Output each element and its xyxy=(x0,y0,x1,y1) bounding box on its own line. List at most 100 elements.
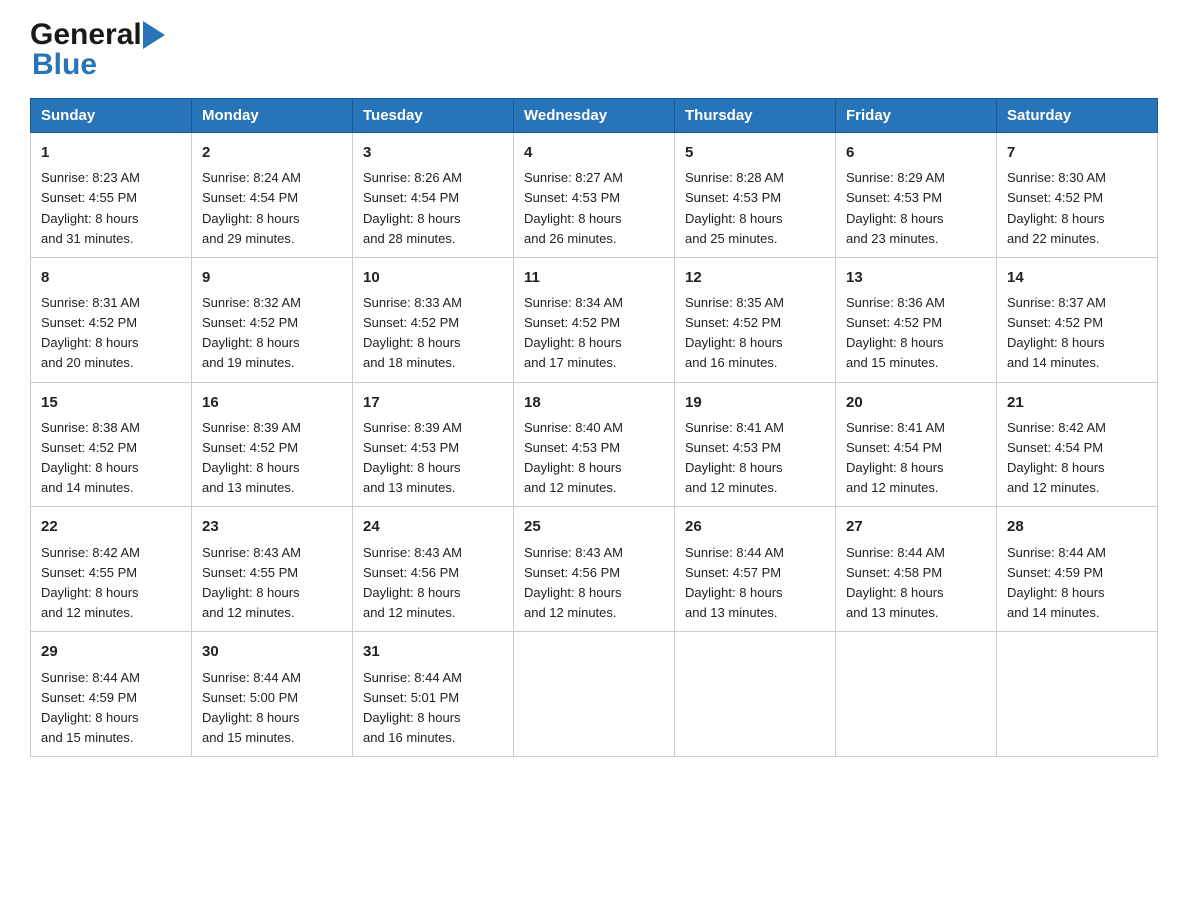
header-wednesday: Wednesday xyxy=(514,99,675,133)
day-number: 12 xyxy=(685,266,825,289)
day-number: 27 xyxy=(846,515,986,538)
day-sunrise: Sunrise: 8:41 AMSunset: 4:53 PMDaylight:… xyxy=(685,420,784,495)
day-number: 1 xyxy=(41,141,181,164)
day-sunrise: Sunrise: 8:43 AMSunset: 4:56 PMDaylight:… xyxy=(363,545,462,620)
day-sunrise: Sunrise: 8:29 AMSunset: 4:53 PMDaylight:… xyxy=(846,170,945,245)
day-sunrise: Sunrise: 8:43 AMSunset: 4:55 PMDaylight:… xyxy=(202,545,301,620)
day-sunrise: Sunrise: 8:43 AMSunset: 4:56 PMDaylight:… xyxy=(524,545,623,620)
day-sunrise: Sunrise: 8:44 AMSunset: 4:59 PMDaylight:… xyxy=(41,670,140,745)
day-number: 19 xyxy=(685,391,825,414)
calendar-table: SundayMondayTuesdayWednesdayThursdayFrid… xyxy=(30,98,1158,757)
day-sunrise: Sunrise: 8:24 AMSunset: 4:54 PMDaylight:… xyxy=(202,170,301,245)
day-number: 13 xyxy=(846,266,986,289)
day-sunrise: Sunrise: 8:37 AMSunset: 4:52 PMDaylight:… xyxy=(1007,295,1106,370)
calendar-cell: 24Sunrise: 8:43 AMSunset: 4:56 PMDayligh… xyxy=(353,507,514,632)
calendar-cell: 25 Sunrise: 8:43 AMSunset: 4:56 PMDayligh… xyxy=(514,507,675,632)
calendar-cell xyxy=(836,632,997,757)
day-sunrise: Sunrise: 8:42 AMSunset: 4:54 PMDaylight:… xyxy=(1007,420,1106,495)
header-monday: Monday xyxy=(192,99,353,133)
day-sunrise: Sunrise: 8:36 AMSunset: 4:52 PMDaylight:… xyxy=(846,295,945,370)
day-number: 10 xyxy=(363,266,503,289)
day-number: 8 xyxy=(41,266,181,289)
day-sunrise: Sunrise: 8:40 AMSunset: 4:53 PMDaylight:… xyxy=(524,420,623,495)
day-number: 25 xyxy=(524,515,664,538)
day-number: 11 xyxy=(524,266,664,289)
calendar-cell xyxy=(514,632,675,757)
day-sunrise: Sunrise: 8:41 AMSunset: 4:54 PMDaylight:… xyxy=(846,420,945,495)
calendar-cell: 27 Sunrise: 8:44 AMSunset: 4:58 PMDayligh… xyxy=(836,507,997,632)
logo: General Blue xyxy=(30,20,165,82)
day-number: 31 xyxy=(363,640,503,663)
day-sunrise: Sunrise: 8:31 AMSunset: 4:52 PMDaylight:… xyxy=(41,295,140,370)
week-row-2: 8 Sunrise: 8:31 AMSunset: 4:52 PMDaylight… xyxy=(31,257,1158,382)
day-sunrise: Sunrise: 8:27 AMSunset: 4:53 PMDaylight:… xyxy=(524,170,623,245)
day-number: 3 xyxy=(363,141,503,164)
day-sunrise: Sunrise: 8:32 AMSunset: 4:52 PMDaylight:… xyxy=(202,295,301,370)
calendar-cell: 2Sunrise: 8:24 AMSunset: 4:54 PMDaylight… xyxy=(192,133,353,258)
day-number: 9 xyxy=(202,266,342,289)
day-number: 16 xyxy=(202,391,342,414)
calendar-cell: 20 Sunrise: 8:41 AMSunset: 4:54 PMDayligh… xyxy=(836,382,997,507)
calendar-cell: 8 Sunrise: 8:31 AMSunset: 4:52 PMDaylight… xyxy=(31,257,192,382)
header-thursday: Thursday xyxy=(675,99,836,133)
day-number: 21 xyxy=(1007,391,1147,414)
header-sunday: Sunday xyxy=(31,99,192,133)
day-number: 30 xyxy=(202,640,342,663)
day-number: 18 xyxy=(524,391,664,414)
calendar-header-row: SundayMondayTuesdayWednesdayThursdayFrid… xyxy=(31,99,1158,133)
day-number: 14 xyxy=(1007,266,1147,289)
day-number: 15 xyxy=(41,391,181,414)
day-sunrise: Sunrise: 8:42 AMSunset: 4:55 PMDaylight:… xyxy=(41,545,140,620)
day-number: 5 xyxy=(685,141,825,164)
calendar-cell: 16Sunrise: 8:39 AMSunset: 4:52 PMDayligh… xyxy=(192,382,353,507)
calendar-cell xyxy=(997,632,1158,757)
day-sunrise: Sunrise: 8:30 AMSunset: 4:52 PMDaylight:… xyxy=(1007,170,1106,245)
calendar-cell: 26 Sunrise: 8:44 AMSunset: 4:57 PMDayligh… xyxy=(675,507,836,632)
calendar-cell xyxy=(675,632,836,757)
day-number: 4 xyxy=(524,141,664,164)
calendar-cell: 14 Sunrise: 8:37 AMSunset: 4:52 PMDayligh… xyxy=(997,257,1158,382)
day-sunrise: Sunrise: 8:35 AMSunset: 4:52 PMDaylight:… xyxy=(685,295,784,370)
day-sunrise: Sunrise: 8:38 AMSunset: 4:52 PMDaylight:… xyxy=(41,420,140,495)
calendar-cell: 17Sunrise: 8:39 AMSunset: 4:53 PMDayligh… xyxy=(353,382,514,507)
calendar-cell: 6 Sunrise: 8:29 AMSunset: 4:53 PMDaylight… xyxy=(836,133,997,258)
calendar-cell: 11Sunrise: 8:34 AMSunset: 4:52 PMDayligh… xyxy=(514,257,675,382)
calendar-cell: 7 Sunrise: 8:30 AMSunset: 4:52 PMDaylight… xyxy=(997,133,1158,258)
week-row-5: 29 Sunrise: 8:44 AMSunset: 4:59 PMDayligh… xyxy=(31,632,1158,757)
day-number: 23 xyxy=(202,515,342,538)
day-sunrise: Sunrise: 8:28 AMSunset: 4:53 PMDaylight:… xyxy=(685,170,784,245)
day-number: 17 xyxy=(363,391,503,414)
calendar-cell: 23 Sunrise: 8:43 AMSunset: 4:55 PMDayligh… xyxy=(192,507,353,632)
calendar-cell: 1 Sunrise: 8:23 AMSunset: 4:55 PMDaylight… xyxy=(31,133,192,258)
day-number: 6 xyxy=(846,141,986,164)
header-tuesday: Tuesday xyxy=(353,99,514,133)
day-sunrise: Sunrise: 8:23 AMSunset: 4:55 PMDaylight:… xyxy=(41,170,140,245)
header-friday: Friday xyxy=(836,99,997,133)
calendar-cell: 22 Sunrise: 8:42 AMSunset: 4:55 PMDayligh… xyxy=(31,507,192,632)
day-sunrise: Sunrise: 8:26 AMSunset: 4:54 PMDaylight:… xyxy=(363,170,462,245)
day-number: 29 xyxy=(41,640,181,663)
day-sunrise: Sunrise: 8:33 AMSunset: 4:52 PMDaylight:… xyxy=(363,295,462,370)
day-sunrise: Sunrise: 8:44 AMSunset: 5:00 PMDaylight:… xyxy=(202,670,301,745)
day-number: 20 xyxy=(846,391,986,414)
calendar-cell: 18 Sunrise: 8:40 AMSunset: 4:53 PMDayligh… xyxy=(514,382,675,507)
day-number: 22 xyxy=(41,515,181,538)
calendar-cell: 4 Sunrise: 8:27 AMSunset: 4:53 PMDaylight… xyxy=(514,133,675,258)
calendar-cell: 10 Sunrise: 8:33 AMSunset: 4:52 PMDayligh… xyxy=(353,257,514,382)
header-saturday: Saturday xyxy=(997,99,1158,133)
logo-general-text: General xyxy=(30,20,142,50)
day-number: 7 xyxy=(1007,141,1147,164)
day-sunrise: Sunrise: 8:44 AMSunset: 4:57 PMDaylight:… xyxy=(685,545,784,620)
day-sunrise: Sunrise: 8:44 AMSunset: 4:58 PMDaylight:… xyxy=(846,545,945,620)
page-header: General Blue xyxy=(30,20,1158,82)
week-row-1: 1 Sunrise: 8:23 AMSunset: 4:55 PMDaylight… xyxy=(31,133,1158,258)
day-number: 28 xyxy=(1007,515,1147,538)
week-row-4: 22 Sunrise: 8:42 AMSunset: 4:55 PMDayligh… xyxy=(31,507,1158,632)
calendar-cell: 3 Sunrise: 8:26 AMSunset: 4:54 PMDaylight… xyxy=(353,133,514,258)
calendar-cell: 31Sunrise: 8:44 AMSunset: 5:01 PMDayligh… xyxy=(353,632,514,757)
logo-blue-text: Blue xyxy=(32,48,97,81)
calendar-cell: 13 Sunrise: 8:36 AMSunset: 4:52 PMDayligh… xyxy=(836,257,997,382)
day-number: 26 xyxy=(685,515,825,538)
calendar-cell: 9 Sunrise: 8:32 AMSunset: 4:52 PMDaylight… xyxy=(192,257,353,382)
calendar-cell: 15 Sunrise: 8:38 AMSunset: 4:52 PMDayligh… xyxy=(31,382,192,507)
